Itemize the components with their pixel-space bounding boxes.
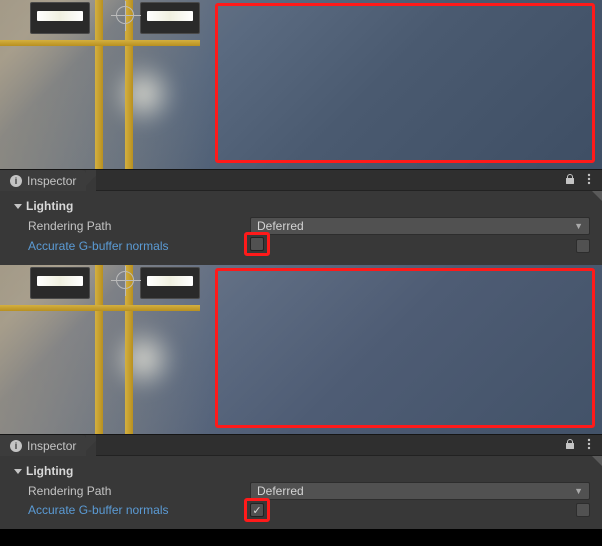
prop-lamp: [30, 2, 90, 34]
light-gizmo-icon[interactable]: [116, 271, 134, 289]
accurate-gbuffer-label[interactable]: Accurate G-buffer normals: [28, 503, 250, 517]
lock-icon[interactable]: [564, 173, 576, 188]
lighting-foldout[interactable]: Lighting: [0, 462, 602, 481]
inspector-tab[interactable]: i Inspector: [0, 170, 86, 191]
scene-viewport[interactable]: [0, 265, 602, 434]
row-rendering-path: Rendering Path Deferred ▼: [0, 216, 602, 236]
prop-lamp: [140, 2, 200, 34]
comparison-panel-on: i Inspector Lighting Rendering Path Defe…: [0, 265, 602, 529]
inspector-tab-bar: i Inspector: [0, 169, 602, 191]
inspector-body: Lighting Rendering Path Deferred ▼ Accur…: [0, 191, 602, 265]
row-accurate-gbuffer: Accurate G-buffer normals ✓: [0, 501, 602, 519]
property-menu-icon[interactable]: [576, 239, 590, 253]
prop-beam: [0, 305, 200, 311]
prop-lamp: [140, 267, 200, 299]
dropdown-value: Deferred: [257, 484, 304, 498]
annotation-highlight: [215, 268, 595, 428]
inspector-body: Lighting Rendering Path Deferred ▼ Accur…: [0, 456, 602, 529]
prop-beam: [0, 40, 200, 46]
chevron-down-icon: ▼: [574, 221, 583, 231]
lock-icon[interactable]: [564, 438, 576, 453]
rendering-path-dropdown[interactable]: Deferred ▼: [250, 217, 590, 235]
prop-beam: [95, 0, 103, 169]
menu-icon[interactable]: [584, 173, 594, 188]
prop-beam: [125, 0, 133, 169]
menu-icon[interactable]: [584, 438, 594, 453]
row-rendering-path: Rendering Path Deferred ▼: [0, 481, 602, 501]
row-accurate-gbuffer: Accurate G-buffer normals: [0, 236, 602, 255]
section-label: Lighting: [26, 199, 73, 213]
dropdown-value: Deferred: [257, 219, 304, 233]
inspector-tab-bar: i Inspector: [0, 434, 602, 456]
accurate-gbuffer-checkbox[interactable]: [250, 237, 264, 251]
accurate-gbuffer-checkbox[interactable]: ✓: [250, 503, 264, 517]
chevron-down-icon: [14, 204, 22, 209]
light-gizmo-icon[interactable]: [116, 6, 134, 24]
expand-corner-icon[interactable]: [592, 456, 602, 466]
prop-beam: [95, 265, 103, 434]
inspector-tab[interactable]: i Inspector: [0, 435, 86, 456]
lighting-foldout[interactable]: Lighting: [0, 197, 602, 216]
rendering-path-dropdown[interactable]: Deferred ▼: [250, 482, 590, 500]
section-label: Lighting: [26, 464, 73, 478]
property-menu-icon[interactable]: [576, 503, 590, 517]
chevron-down-icon: ▼: [574, 486, 583, 496]
chevron-down-icon: [14, 469, 22, 474]
rendering-path-label: Rendering Path: [28, 484, 250, 498]
info-icon: i: [10, 175, 22, 187]
inspector-tab-label: Inspector: [27, 439, 76, 453]
annotation-highlight: [215, 3, 595, 163]
prop-beam: [125, 265, 133, 434]
expand-corner-icon[interactable]: [592, 191, 602, 201]
comparison-panel-off: i Inspector Lighting Rendering Path Defe…: [0, 0, 602, 265]
rendering-path-label: Rendering Path: [28, 219, 250, 233]
accurate-gbuffer-label[interactable]: Accurate G-buffer normals: [28, 239, 250, 253]
info-icon: i: [10, 440, 22, 452]
scene-viewport[interactable]: [0, 0, 602, 169]
prop-lamp: [30, 267, 90, 299]
inspector-tab-label: Inspector: [27, 174, 76, 188]
